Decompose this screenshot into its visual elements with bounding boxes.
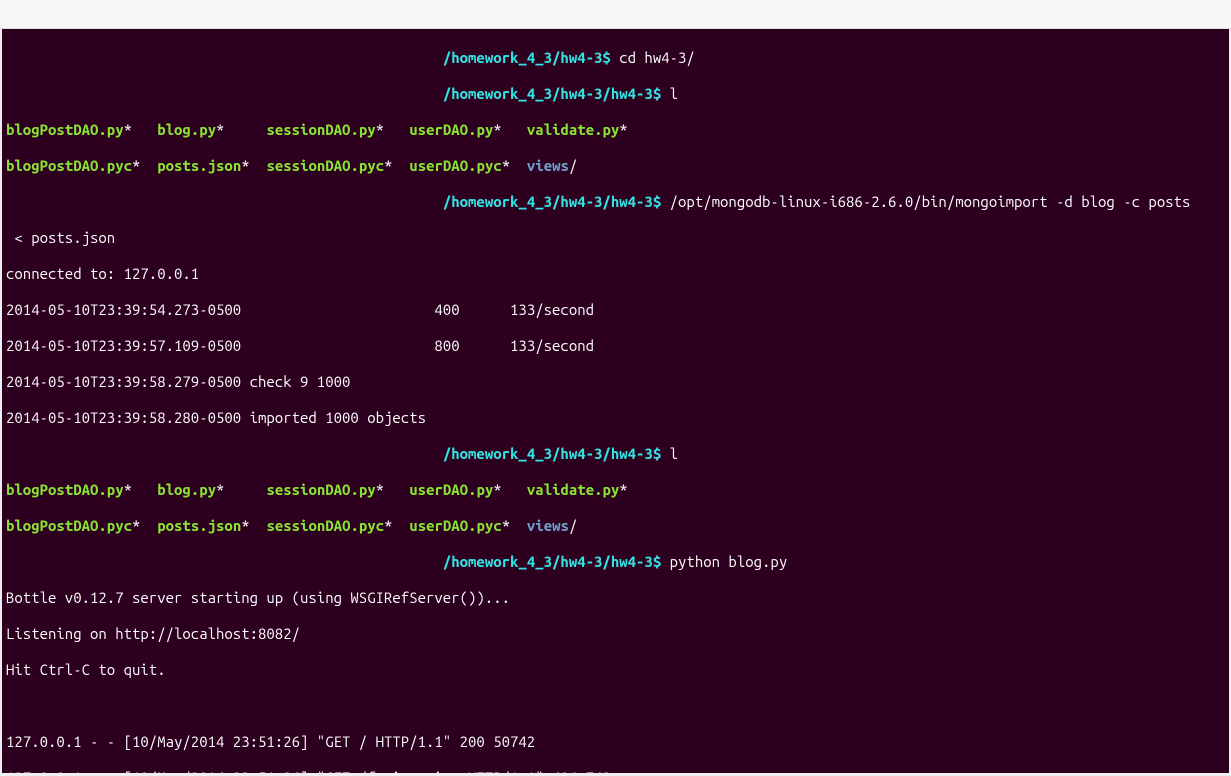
output-line: 127.0.0.1 - - [10/May/2014 23:51:26] "GE…	[6, 769, 1227, 773]
prompt-line: /homework_4_3/hw4-3/hw4-3$ l	[6, 85, 1227, 103]
output-line: Bottle v0.12.7 server starting up (using…	[6, 589, 1227, 607]
window-titlebar	[0, 0, 1231, 29]
output-line: < posts.json	[6, 229, 1227, 247]
dir: views	[527, 517, 569, 534]
command: l	[670, 445, 678, 462]
file-exec: userDAO.pyc	[409, 157, 501, 174]
command: l	[670, 85, 678, 102]
prompt-line: /homework_4_3/hw4-3$ cd hw4-3/	[6, 49, 1227, 67]
ls-row: blogPostDAO.py* blog.py* sessionDAO.py* …	[6, 121, 1227, 139]
ls-row: blogPostDAO.pyc* posts.json* sessionDAO.…	[6, 517, 1227, 535]
output-line: Hit Ctrl-C to quit.	[6, 661, 1227, 679]
file-exec: validate.py	[527, 121, 619, 138]
file-exec: blogPostDAO.pyc	[6, 157, 132, 174]
file-exec: userDAO.pyc	[409, 517, 501, 534]
file-exec: blogPostDAO.pyc	[6, 517, 132, 534]
file-exec: validate.py	[527, 481, 619, 498]
output-line: 2014-05-10T23:39:57.109-0500 800 133/sec…	[6, 337, 1227, 355]
file-exec: sessionDAO.pyc	[266, 157, 384, 174]
file-exec: userDAO.py	[409, 481, 493, 498]
app-window: /homework_4_3/hw4-3$ cd hw4-3/ /homework…	[0, 0, 1231, 776]
prompt-path: /homework_4_3/hw4-3/hw4-3$	[443, 553, 661, 570]
ls-row: blogPostDAO.py* blog.py* sessionDAO.py* …	[6, 481, 1227, 499]
output-line	[6, 697, 1227, 715]
terminal[interactable]: /homework_4_3/hw4-3$ cd hw4-3/ /homework…	[2, 29, 1229, 773]
file-exec: blog.py	[157, 481, 216, 498]
prompt-path: /homework_4_3/hw4-3$	[443, 49, 611, 66]
output-line: 127.0.0.1 - - [10/May/2014 23:51:26] "GE…	[6, 733, 1227, 751]
output-line: connected to: 127.0.0.1	[6, 265, 1227, 283]
file-exec: posts.json	[157, 517, 241, 534]
file-exec: sessionDAO.pyc	[266, 517, 384, 534]
prompt-path: /homework_4_3/hw4-3/hw4-3$	[443, 85, 661, 102]
output-line: 2014-05-10T23:39:58.280-0500 imported 10…	[6, 409, 1227, 427]
prompt-line: /homework_4_3/hw4-3/hw4-3$ python blog.p…	[6, 553, 1227, 571]
file-exec: sessionDAO.py	[266, 121, 375, 138]
file-exec: blogPostDAO.py	[6, 121, 124, 138]
command: python blog.py	[670, 553, 788, 570]
dir: views	[527, 157, 569, 174]
prompt-path: /homework_4_3/hw4-3/hw4-3$	[443, 445, 661, 462]
prompt-line: /homework_4_3/hw4-3/hw4-3$ l	[6, 445, 1227, 463]
file-exec: blogPostDAO.py	[6, 481, 124, 498]
command: cd hw4-3/	[619, 49, 695, 66]
output-line: 2014-05-10T23:39:58.279-0500 check 9 100…	[6, 373, 1227, 391]
prompt-path: /homework_4_3/hw4-3/hw4-3$	[443, 193, 661, 210]
file-exec: blog.py	[157, 121, 216, 138]
command: /opt/mongodb-linux-i686-2.6.0/bin/mongoi…	[670, 193, 1191, 210]
ls-row: blogPostDAO.pyc* posts.json* sessionDAO.…	[6, 157, 1227, 175]
prompt-line: /homework_4_3/hw4-3/hw4-3$ /opt/mongodb-…	[6, 193, 1227, 211]
file-exec: userDAO.py	[409, 121, 493, 138]
file-exec: posts.json	[157, 157, 241, 174]
file-exec: sessionDAO.py	[266, 481, 375, 498]
output-line: 2014-05-10T23:39:54.273-0500 400 133/sec…	[6, 301, 1227, 319]
output-line: Listening on http://localhost:8082/	[6, 625, 1227, 643]
